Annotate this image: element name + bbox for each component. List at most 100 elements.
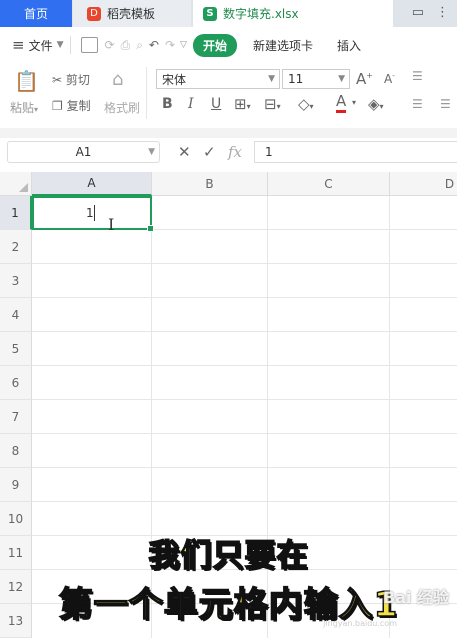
tab-workbook-label: 数字填充.xlsx	[223, 7, 299, 21]
file-menu[interactable]: 文件 ▼	[29, 37, 64, 54]
cut-button[interactable]: ✂ 剪切	[52, 71, 90, 88]
copy-button[interactable]: ❐ 复制	[52, 97, 91, 114]
fx-icon[interactable]: fx	[228, 143, 242, 161]
cancel-icon[interactable]: ✕	[178, 143, 191, 161]
format-painter-label[interactable]: 格式刷	[104, 99, 140, 116]
confirm-icon[interactable]: ✓	[203, 143, 216, 161]
ribbon-tab-insert[interactable]: 插入	[337, 37, 361, 54]
row-header[interactable]: 9	[0, 468, 32, 502]
merge-cells-icon[interactable]: ⊟▾	[264, 95, 281, 113]
formula-bar: A1 ▼ ✕ ✓ fx 1	[0, 138, 457, 168]
decrease-font-icon[interactable]: A-	[384, 72, 395, 86]
font-size-value: 11	[288, 72, 304, 86]
column-header-d[interactable]: D	[390, 172, 457, 196]
align-top-icon[interactable]: ☰	[412, 69, 423, 83]
align-center-icon[interactable]: ☰	[440, 97, 451, 111]
window-controls: ▭ ⋮	[412, 5, 449, 20]
name-box[interactable]: A1 ▼	[7, 141, 160, 163]
row-header[interactable]: 6	[0, 366, 32, 400]
divider	[146, 67, 147, 119]
grid-line	[32, 467, 457, 468]
autosave-icon[interactable]: ⟳	[105, 38, 115, 52]
daoke-logo-icon: D	[87, 6, 101, 21]
quick-access-dropdown-icon[interactable]: ▽	[180, 40, 187, 50]
grid-line	[32, 433, 457, 434]
grid-line	[32, 263, 457, 264]
row-header[interactable]: 1	[0, 196, 32, 230]
file-menu-label: 文件	[28, 38, 53, 53]
formula-input[interactable]: 1	[254, 141, 457, 163]
grid-line	[32, 501, 457, 502]
name-box-value: A1	[75, 145, 92, 159]
ribbon-tab-new[interactable]: 新建选项卡	[253, 37, 313, 54]
tab-home[interactable]: 首页	[0, 0, 72, 27]
grid-line	[32, 297, 457, 298]
row-header[interactable]: 8	[0, 434, 32, 468]
tab-workbook[interactable]: S 数字填充.xlsx	[193, 0, 393, 27]
row-header[interactable]: 3	[0, 264, 32, 298]
bold-button[interactable]: B	[162, 96, 173, 112]
chevron-down-icon: ▼	[148, 147, 155, 157]
select-all-corner[interactable]	[0, 172, 32, 196]
save-icon[interactable]	[80, 37, 98, 53]
monitor-icon[interactable]: ▭	[412, 5, 424, 20]
chevron-down-icon: ▾	[352, 98, 357, 107]
font-name-select[interactable]: 宋体 ▼	[156, 69, 280, 89]
watermark-url: jingyan.baidu.com	[323, 619, 397, 628]
copy-icon: ❐	[52, 99, 63, 113]
text-cursor	[94, 205, 95, 221]
toolbar-separator	[0, 128, 457, 138]
subtitle-line-1: 我们只要在	[148, 537, 309, 575]
grid-line	[32, 399, 457, 400]
chevron-down-icon: ▼	[268, 74, 275, 84]
baidu-watermark: Bai 经验	[382, 588, 449, 607]
underline-button[interactable]: U	[211, 96, 221, 112]
tab-home-label: 首页	[23, 7, 48, 21]
chevron-down-icon: ▼	[56, 40, 64, 50]
increase-font-icon[interactable]: A+	[356, 70, 373, 88]
tab-daoke-templates[interactable]: D 稻壳模板	[73, 0, 191, 27]
align-left-icon[interactable]: ☰	[412, 97, 423, 111]
paste-button[interactable]: 粘贴▾	[10, 99, 38, 116]
fill-handle[interactable]	[147, 225, 154, 232]
eraser-icon[interactable]: ◈▾	[368, 95, 384, 113]
row-header[interactable]: 5	[0, 332, 32, 366]
title-tab-bar: 首页 D 稻壳模板 S 数字填充.xlsx ▭ ⋮	[0, 0, 457, 27]
menu-bar: ≡ 文件 ▼ ⟳ ⎙ ⌕ ↶ ↷ ▽ 开始 新建选项卡 插入	[0, 27, 457, 63]
active-cell-value: 1	[86, 206, 94, 220]
formula-input-value: 1	[265, 145, 273, 159]
borders-icon[interactable]: ⊞▾	[234, 95, 251, 113]
undo-icon[interactable]: ↶	[149, 38, 159, 52]
tab-daoke-label: 稻壳模板	[107, 7, 156, 21]
row-header[interactable]: 7	[0, 400, 32, 434]
font-name-value: 宋体	[162, 72, 187, 87]
row-header[interactable]: 2	[0, 230, 32, 264]
mouse-ibeam-cursor-icon: I	[108, 215, 115, 234]
scissors-icon: ✂	[52, 73, 63, 87]
column-header-c[interactable]: C	[268, 172, 390, 196]
ribbon-tab-start[interactable]: 开始	[192, 33, 237, 57]
redo-icon[interactable]: ↷	[165, 38, 175, 52]
divider	[69, 36, 71, 54]
active-cell-a1[interactable]: 1	[32, 196, 154, 232]
print-preview-icon[interactable]: ⌕	[136, 38, 143, 53]
row-header[interactable]: 4	[0, 298, 32, 332]
grid-line	[32, 331, 457, 332]
grid-line	[32, 365, 457, 366]
kebab-menu-icon[interactable]: ⋮	[436, 5, 449, 20]
paste-icon[interactable]: 📋	[14, 69, 39, 93]
hamburger-menu-icon[interactable]: ≡	[12, 36, 25, 54]
chevron-down-icon: ▼	[338, 74, 345, 84]
cut-label: 剪切	[65, 73, 90, 87]
column-header-b[interactable]: B	[152, 172, 268, 196]
copy-label: 复制	[66, 99, 91, 113]
font-color-icon[interactable]: A	[336, 93, 347, 113]
font-size-select[interactable]: 11 ▼	[282, 69, 350, 89]
ribbon-toolbar: 📋 粘贴▾ ✂ 剪切 ❐ 复制 ⌂ 格式刷 宋体 ▼ 11 ▼ A+ A- ☰ …	[0, 63, 457, 129]
format-painter-icon[interactable]: ⌂	[112, 69, 123, 90]
fill-color-icon[interactable]: ◇▾	[298, 95, 314, 113]
column-header-a[interactable]: A	[32, 172, 152, 196]
italic-button[interactable]: I	[188, 96, 194, 112]
spreadsheet-icon: S	[203, 6, 217, 21]
print-icon[interactable]: ⎙	[121, 38, 131, 53]
